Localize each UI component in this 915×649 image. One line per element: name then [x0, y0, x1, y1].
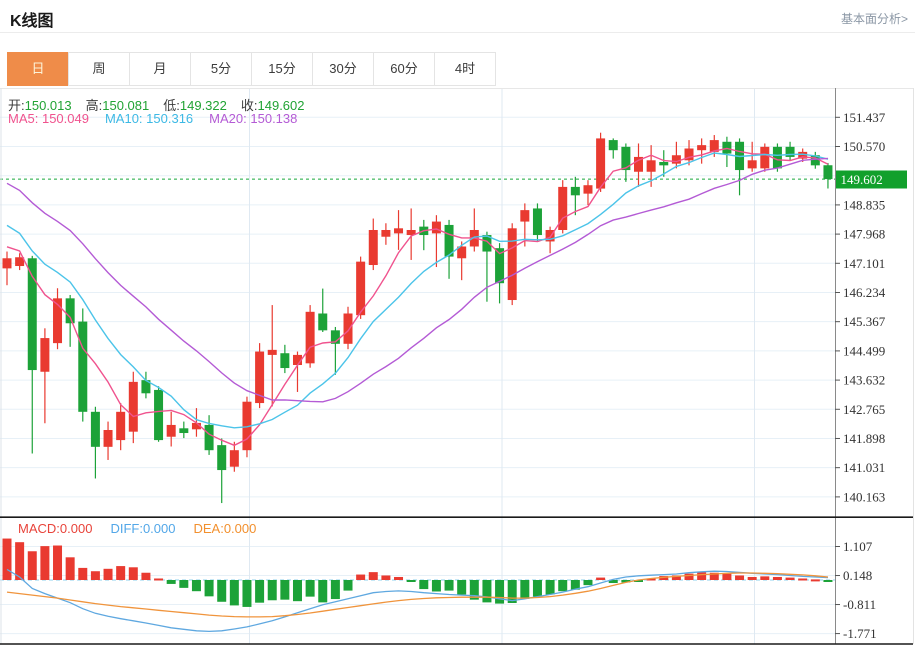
- svg-text:0.148: 0.148: [843, 568, 872, 583]
- svg-text:151.437: 151.437: [843, 110, 886, 125]
- svg-text:144.499: 144.499: [843, 343, 885, 358]
- period-tab-bar: 日周月 5分 15分 30分 60分 4时: [7, 52, 496, 86]
- svg-text:141.898: 141.898: [843, 431, 885, 446]
- ma20-line: [6, 157, 829, 403]
- kline-page: 151.437 150.570 148.835 147.968 147.101 146.2…: [0, 0, 915, 649]
- svg-text:146.234: 146.234: [843, 285, 886, 300]
- tab-period-3[interactable]: 5分: [190, 52, 252, 86]
- ma10-readout: MA10: 150.316: [104, 111, 194, 126]
- diff-value: DIFF:0.000: [110, 521, 176, 536]
- svg-text:145.367: 145.367: [843, 314, 886, 329]
- fundamental-analysis-link[interactable]: 基本面分析>: [841, 10, 908, 27]
- svg-text:142.765: 142.765: [843, 402, 885, 417]
- candles-layer[interactable]: [2, 132, 833, 504]
- gridlines: [0, 88, 835, 644]
- svg-text:141.031: 141.031: [843, 460, 885, 475]
- svg-text:147.101: 147.101: [843, 256, 885, 271]
- dea-value: DEA:0.000: [193, 521, 257, 536]
- ma5-readout: MA5: 150.049: [8, 111, 89, 126]
- svg-text:143.632: 143.632: [843, 373, 885, 388]
- tab-period-2[interactable]: 月: [129, 52, 191, 86]
- macd-readout: MACD:0.000 DIFF:0.000 DEA:0.000: [18, 521, 256, 536]
- svg-text:-0.811: -0.811: [843, 597, 876, 612]
- page-title: K线图: [10, 13, 54, 30]
- svg-text:-1.771: -1.771: [843, 626, 877, 641]
- tab-period-4[interactable]: 15分: [251, 52, 313, 86]
- tab-period-7[interactable]: 4时: [434, 52, 496, 86]
- macd-value: MACD:0.000: [18, 521, 93, 536]
- svg-text:150.570: 150.570: [843, 139, 885, 154]
- macd-histogram[interactable]: [2, 538, 833, 607]
- svg-text:149.602: 149.602: [841, 172, 883, 187]
- svg-text:1.107: 1.107: [843, 539, 873, 554]
- y-axis-labels: 151.437 150.570 148.835 147.968 147.101 146.2…: [835, 110, 886, 641]
- svg-text:148.835: 148.835: [843, 197, 885, 212]
- tab-period-0[interactable]: 日: [7, 52, 69, 86]
- ma-readout: MA5: 150.049 MA10: 150.316 MA20: 150.138: [8, 111, 297, 126]
- current-price-tag: 149.602: [836, 170, 907, 189]
- header-divider: [0, 32, 915, 33]
- svg-text:140.163: 140.163: [843, 489, 885, 504]
- panel-borders: [0, 88, 914, 645]
- ma20-readout: MA20: 150.138: [209, 111, 298, 126]
- svg-text:147.968: 147.968: [843, 227, 885, 242]
- tab-period-5[interactable]: 30分: [312, 52, 374, 86]
- tab-period-1[interactable]: 周: [68, 52, 130, 86]
- tab-period-6[interactable]: 60分: [373, 52, 435, 86]
